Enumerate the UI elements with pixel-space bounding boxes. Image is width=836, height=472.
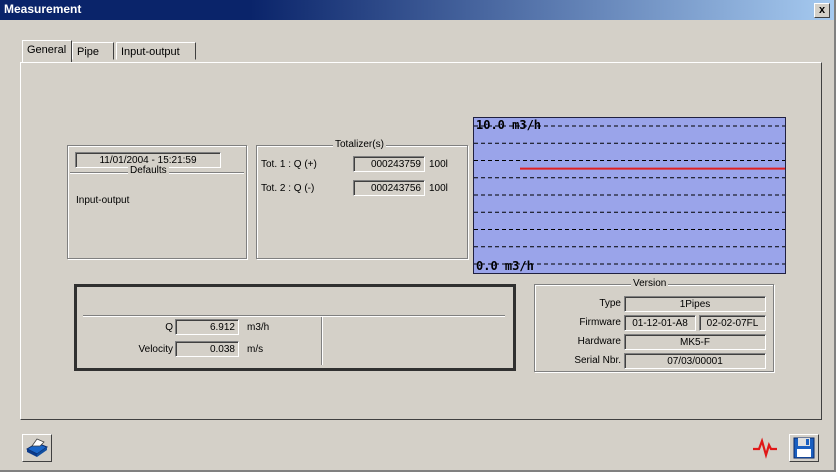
version-group: Version Type 1Pipes Firmware 01-12-01-A8…	[534, 278, 774, 372]
tab-pipe[interactable]: Pipe	[72, 42, 114, 60]
firmware-value-1: 01-12-01-A8	[624, 315, 696, 331]
firmware-value-2: 02-02-07FL	[699, 315, 766, 331]
hardware-label: Hardware	[577, 336, 621, 347]
signal-waveform-icon	[753, 437, 777, 459]
velocity-label: Velocity	[138, 344, 173, 355]
totalizer-title: Totalizer(s)	[333, 139, 386, 150]
defaults-value: Input-output	[76, 195, 130, 206]
totalizer-group: Totalizer(s) Tot. 1 : Q (+) 000243759 10…	[256, 139, 468, 259]
close-button[interactable]: x	[814, 3, 830, 18]
defaults-group: 11/01/2004 - 15:21:59 Defaults Input-out…	[67, 145, 247, 259]
tot1-unit: 100l	[429, 159, 448, 170]
print-button[interactable]	[22, 434, 52, 462]
velocity-unit: m/s	[247, 344, 264, 355]
type-label: Type	[599, 298, 621, 309]
serial-value: 07/03/00001	[624, 353, 766, 369]
q-value: 6.912	[175, 319, 239, 335]
tot2-label: Tot. 2 : Q (-)	[261, 183, 315, 194]
q-unit: m3/h	[247, 322, 270, 333]
tab-input-output[interactable]: Input-output	[116, 42, 196, 60]
flow-graph-svg	[474, 125, 785, 265]
floppy-disk-icon	[793, 437, 815, 459]
title-bar[interactable]: Measurement x	[0, 0, 834, 20]
q-label: Q	[165, 322, 173, 333]
save-button[interactable]	[789, 434, 819, 462]
type-value: 1Pipes	[624, 296, 766, 312]
measurement-group: Q 6.912 m3/h Velocity 0.038 m/s	[74, 284, 516, 371]
serial-label: Serial Nbr.	[574, 355, 621, 366]
tab-general[interactable]: General	[22, 40, 72, 62]
signal-indicator	[752, 434, 778, 460]
measurement-divider	[83, 315, 505, 317]
measurement-vdivider	[321, 317, 323, 365]
hardware-value: MK5-F	[624, 334, 766, 350]
tot1-label: Tot. 1 : Q (+)	[261, 159, 317, 170]
graph-min-label: 0.0 m3/h	[476, 259, 534, 273]
measurement-window: Measurement x General Pipe Input-output …	[0, 0, 836, 472]
tot2-value: 000243756	[353, 180, 425, 196]
flow-graph: 10.0 m3/h 0.0 m3/h	[473, 117, 786, 274]
velocity-value: 0.038	[175, 341, 239, 357]
graph-max-label: 10.0 m3/h	[476, 118, 542, 132]
window-title: Measurement	[4, 2, 82, 16]
firmware-label: Firmware	[579, 317, 621, 328]
defaults-title: Defaults	[128, 165, 169, 176]
printer-icon	[25, 438, 49, 457]
tot1-value: 000243759	[353, 156, 425, 172]
version-title: Version	[631, 278, 669, 289]
tot2-unit: 100l	[429, 183, 448, 194]
